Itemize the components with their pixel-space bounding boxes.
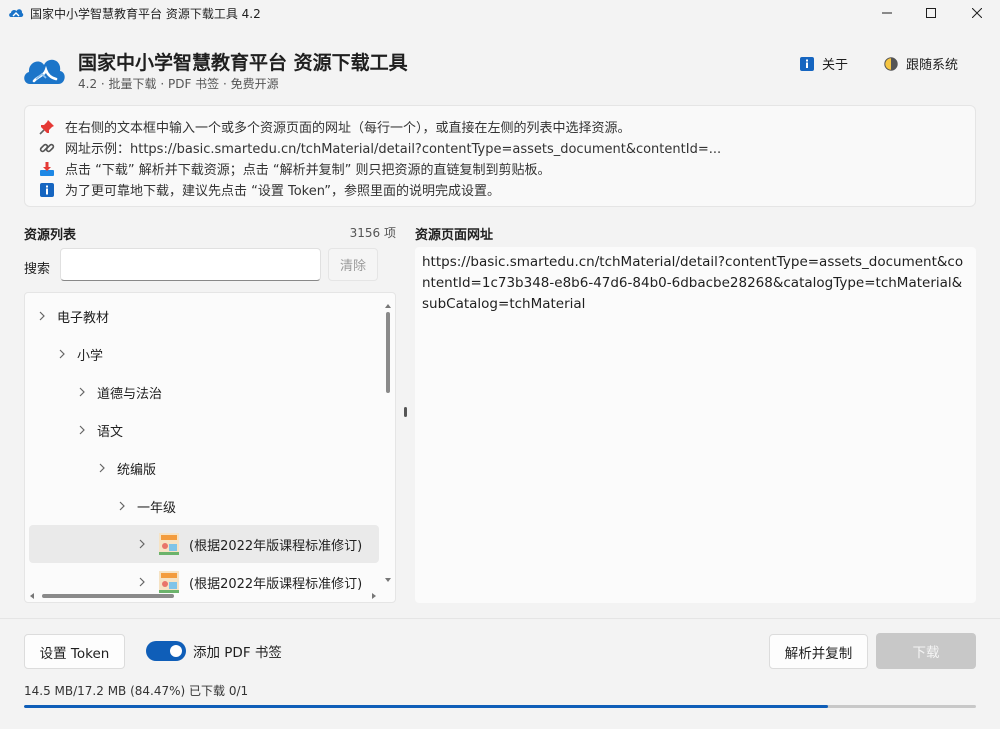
resource-tree[interactable]: 电子教材 小学 道德与法治 语文 统编版 一年级 (根据2022年版课程标准修订) (根据20… bbox=[24, 292, 396, 603]
about-label: 关于 bbox=[822, 58, 849, 73]
close-button[interactable] bbox=[954, 0, 1000, 26]
instruction-text: 为了更可靠地下载，建议先点击 “设置 Token”，参照里面的说明完成设置。 bbox=[65, 184, 501, 199]
resource-list-label: 资源列表 bbox=[24, 228, 77, 243]
set-token-button[interactable]: 设置 Token bbox=[24, 634, 125, 669]
tree-item[interactable]: 小学 bbox=[29, 335, 379, 373]
pdf-bookmark-toggle[interactable] bbox=[146, 641, 186, 661]
minimize-icon bbox=[882, 12, 892, 14]
url-textarea[interactable]: https://basic.smartedu.cn/tchMaterial/de… bbox=[415, 247, 976, 603]
download-status: 14.5 MB/17.2 MB (84.47%) 已下载 0/1 bbox=[24, 684, 249, 698]
instruction-line: 为了更可靠地下载，建议先点击 “设置 Token”，参照里面的说明完成设置。 bbox=[39, 179, 961, 200]
instruction-line: 在右侧的文本框中输入一个或多个资源页面的网址（每行一个），或直接在左侧的列表中选… bbox=[39, 116, 961, 137]
url-panel-label: 资源页面网址 bbox=[415, 228, 494, 243]
progress-fill bbox=[24, 705, 829, 708]
chevron-right-icon[interactable] bbox=[117, 501, 127, 511]
scroll-down-arrow-icon[interactable] bbox=[385, 578, 391, 582]
pdf-bookmark-toggle-group[interactable]: 添加 PDF 书签 bbox=[146, 641, 282, 661]
link-icon bbox=[39, 143, 55, 152]
app-title: 国家中小学智慧教育平台 资源下载工具 bbox=[78, 52, 408, 74]
about-button[interactable]: 关于 bbox=[800, 54, 848, 73]
tree-horizontal-scrollbar[interactable] bbox=[24, 589, 382, 603]
tree-item[interactable]: 电子教材 bbox=[29, 297, 379, 335]
tree-item[interactable]: (根据2022年版课程标准修订) bbox=[29, 525, 379, 563]
chevron-right-icon[interactable] bbox=[77, 425, 87, 435]
chevron-right-icon[interactable] bbox=[137, 577, 147, 587]
download-tray-icon bbox=[40, 161, 54, 176]
tree-item-label: 电子教材 bbox=[57, 310, 110, 326]
close-icon bbox=[972, 8, 982, 18]
info-icon bbox=[40, 182, 54, 197]
minimize-button[interactable] bbox=[864, 0, 910, 26]
search-input[interactable] bbox=[60, 248, 321, 281]
tree-item[interactable]: 一年级 bbox=[29, 487, 379, 525]
app-icon bbox=[9, 9, 24, 17]
tree-item-label: 统编版 bbox=[117, 462, 157, 478]
chevron-right-icon[interactable] bbox=[37, 311, 47, 321]
tree-item-label: 道德与法治 bbox=[97, 386, 163, 402]
cloud-logo-icon bbox=[24, 59, 65, 84]
tree-item[interactable]: 道德与法治 bbox=[29, 373, 379, 411]
chevron-right-icon[interactable] bbox=[97, 463, 107, 473]
scroll-thumb[interactable] bbox=[386, 312, 390, 393]
panel-splitter[interactable] bbox=[404, 407, 407, 417]
clear-button[interactable]: 清除 bbox=[328, 248, 378, 281]
tree-item-label: (根据2022年版课程标准修订) bbox=[189, 538, 363, 554]
tree-item[interactable]: 语文 bbox=[29, 411, 379, 449]
tree-item-label: 小学 bbox=[77, 348, 104, 364]
scroll-right-arrow-icon[interactable] bbox=[372, 593, 376, 599]
pdf-bookmark-label: 添加 PDF 书签 bbox=[193, 645, 282, 661]
half-moon-icon bbox=[884, 56, 898, 71]
search-label: 搜索 bbox=[24, 262, 51, 277]
tree-item-label: 一年级 bbox=[137, 500, 177, 516]
download-progress-bar bbox=[24, 705, 976, 708]
resource-count: 3156 项 bbox=[349, 226, 396, 240]
instruction-text: 点击 “下载” 解析并下载资源；点击 “解析并复制” 则只把资源的直链复制到剪贴… bbox=[65, 163, 551, 178]
info-icon bbox=[800, 56, 814, 71]
tree-item-label: 语文 bbox=[97, 424, 124, 440]
scroll-left-arrow-icon[interactable] bbox=[30, 593, 34, 599]
chevron-right-icon[interactable] bbox=[77, 387, 87, 397]
parse-copy-button[interactable]: 解析并复制 bbox=[769, 634, 868, 669]
app-header: 国家中小学智慧教育平台 资源下载工具 4.2 · 批量下载 · PDF 书签 ·… bbox=[22, 42, 982, 98]
tree-item[interactable]: 统编版 bbox=[29, 449, 379, 487]
instruction-text: 在右侧的文本框中输入一个或多个资源页面的网址（每行一个），或直接在左侧的列表中选… bbox=[65, 121, 631, 136]
chevron-right-icon[interactable] bbox=[137, 539, 147, 549]
title-bar: 国家中小学智慧教育平台 资源下载工具 4.2 bbox=[0, 0, 1000, 26]
tree-vertical-scrollbar[interactable] bbox=[381, 292, 395, 588]
scroll-up-arrow-icon[interactable] bbox=[385, 304, 391, 308]
pushpin-icon bbox=[39, 119, 54, 135]
instruction-line: 点击 “下载” 解析并下载资源；点击 “解析并复制” 则只把资源的直链复制到剪贴… bbox=[39, 158, 961, 179]
theme-label: 跟随系统 bbox=[906, 58, 959, 73]
window-title: 国家中小学智慧教育平台 资源下载工具 4.2 bbox=[30, 6, 261, 21]
book-cover-icon bbox=[159, 533, 179, 555]
chevron-right-icon[interactable] bbox=[57, 349, 67, 359]
instruction-text: 网址示例：https://basic.smartedu.cn/tchMateri… bbox=[65, 142, 722, 157]
maximize-icon bbox=[926, 8, 936, 18]
app-subtitle: 4.2 · 批量下载 · PDF 书签 · 免费开源 bbox=[78, 77, 279, 91]
instructions-panel: 在右侧的文本框中输入一个或多个资源页面的网址（每行一个），或直接在左侧的列表中选… bbox=[24, 105, 976, 207]
scroll-thumb[interactable] bbox=[42, 594, 174, 598]
divider bbox=[0, 618, 1000, 619]
theme-button[interactable]: 跟随系统 bbox=[884, 54, 958, 73]
download-button[interactable]: 下载 bbox=[876, 633, 976, 669]
instruction-line: 网址示例：https://basic.smartedu.cn/tchMateri… bbox=[39, 137, 961, 158]
maximize-button[interactable] bbox=[908, 0, 954, 26]
